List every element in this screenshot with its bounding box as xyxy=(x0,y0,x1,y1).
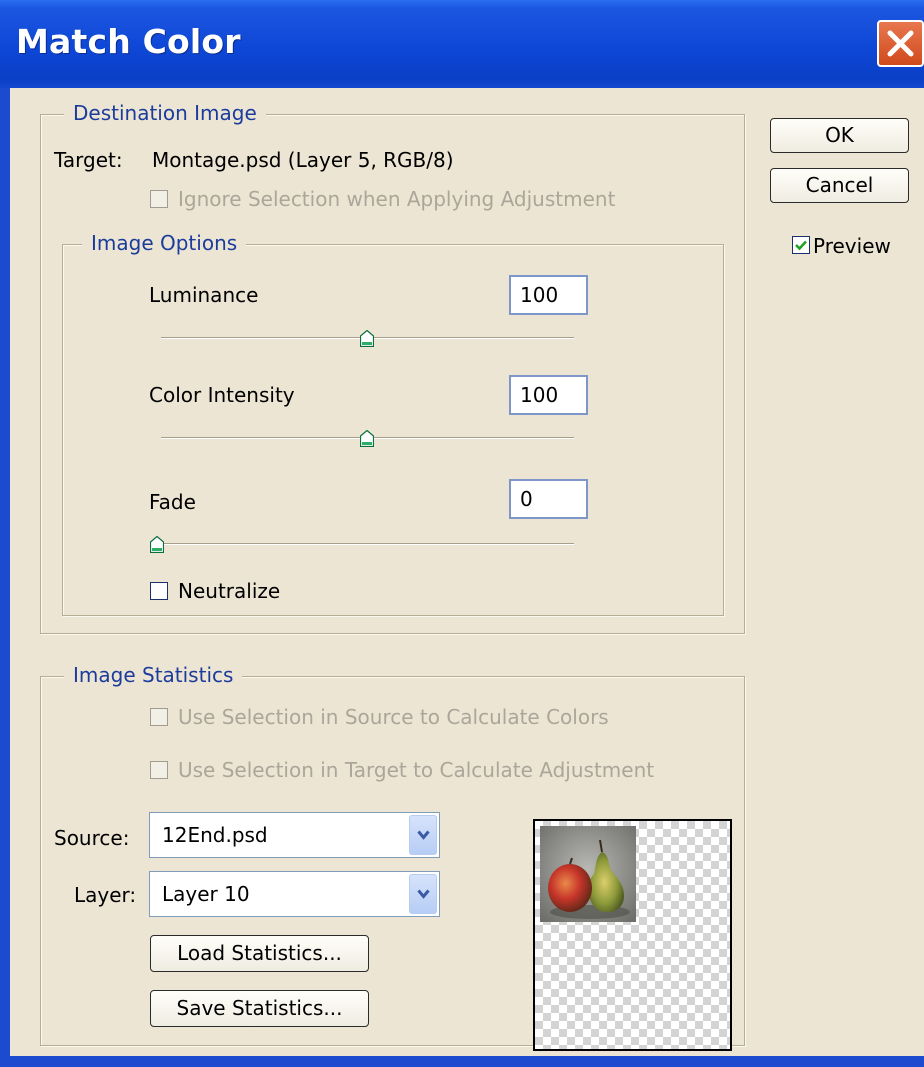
image-options-legend: Image Options xyxy=(82,231,247,255)
ignore-selection-label: Ignore Selection when Applying Adjustmen… xyxy=(178,187,616,211)
source-label: Source: xyxy=(54,826,130,850)
use-source-selection-label: Use Selection in Source to Calculate Col… xyxy=(178,705,609,729)
chevron-down-icon xyxy=(417,889,430,899)
fade-slider-track[interactable] xyxy=(161,543,574,545)
fade-label: Fade xyxy=(149,490,196,514)
cancel-button[interactable]: Cancel xyxy=(770,168,909,203)
ok-button[interactable]: OK xyxy=(770,118,909,153)
color-intensity-input[interactable]: 100 xyxy=(509,375,588,415)
title-bar[interactable]: Match Color xyxy=(0,0,924,88)
pear-image xyxy=(540,826,636,922)
source-preview-thumbnail xyxy=(533,819,732,1051)
preview-checkbox[interactable] xyxy=(792,236,810,254)
luminance-slider-thumb[interactable] xyxy=(360,330,374,347)
checkmark-icon xyxy=(795,240,807,251)
layer-dropdown-arrow[interactable] xyxy=(409,874,437,914)
use-target-selection-label: Use Selection in Target to Calculate Adj… xyxy=(178,758,655,782)
window-frame-left xyxy=(0,88,10,1056)
target-label: Target: xyxy=(54,148,123,172)
dialog-title: Match Color xyxy=(16,22,241,61)
use-target-selection-checkbox[interactable] xyxy=(150,761,168,779)
chevron-down-icon xyxy=(417,830,430,840)
source-dropdown[interactable]: 12End.psd xyxy=(149,812,440,858)
neutralize-checkbox[interactable] xyxy=(150,582,168,600)
source-dropdown-arrow[interactable] xyxy=(409,815,437,855)
color-intensity-label: Color Intensity xyxy=(149,383,295,407)
layer-label: Layer: xyxy=(74,883,137,907)
save-statistics-button[interactable]: Save Statistics... xyxy=(150,990,369,1027)
load-statistics-button[interactable]: Load Statistics... xyxy=(150,935,369,972)
ignore-selection-checkbox[interactable] xyxy=(150,190,168,208)
luminance-label: Luminance xyxy=(149,283,259,307)
neutralize-label: Neutralize xyxy=(178,579,281,603)
color-intensity-slider-thumb[interactable] xyxy=(360,430,374,447)
luminance-input[interactable]: 100 xyxy=(509,275,588,315)
source-dropdown-value: 12End.psd xyxy=(162,823,268,847)
close-icon xyxy=(887,30,914,57)
close-button[interactable] xyxy=(877,20,924,67)
image-statistics-legend: Image Statistics xyxy=(64,663,243,687)
use-source-selection-checkbox[interactable] xyxy=(150,708,168,726)
layer-dropdown-value: Layer 10 xyxy=(162,882,250,906)
fade-slider-thumb[interactable] xyxy=(150,536,164,553)
layer-dropdown[interactable]: Layer 10 xyxy=(149,871,440,917)
fade-input[interactable]: 0 xyxy=(509,479,588,519)
destination-image-legend: Destination Image xyxy=(64,101,266,125)
window-frame-bottom xyxy=(0,1056,924,1067)
target-value: Montage.psd (Layer 5, RGB/8) xyxy=(152,148,454,172)
match-color-dialog: Match Color Destination Image Target: Mo… xyxy=(0,0,924,1067)
preview-label: Preview xyxy=(813,234,891,258)
